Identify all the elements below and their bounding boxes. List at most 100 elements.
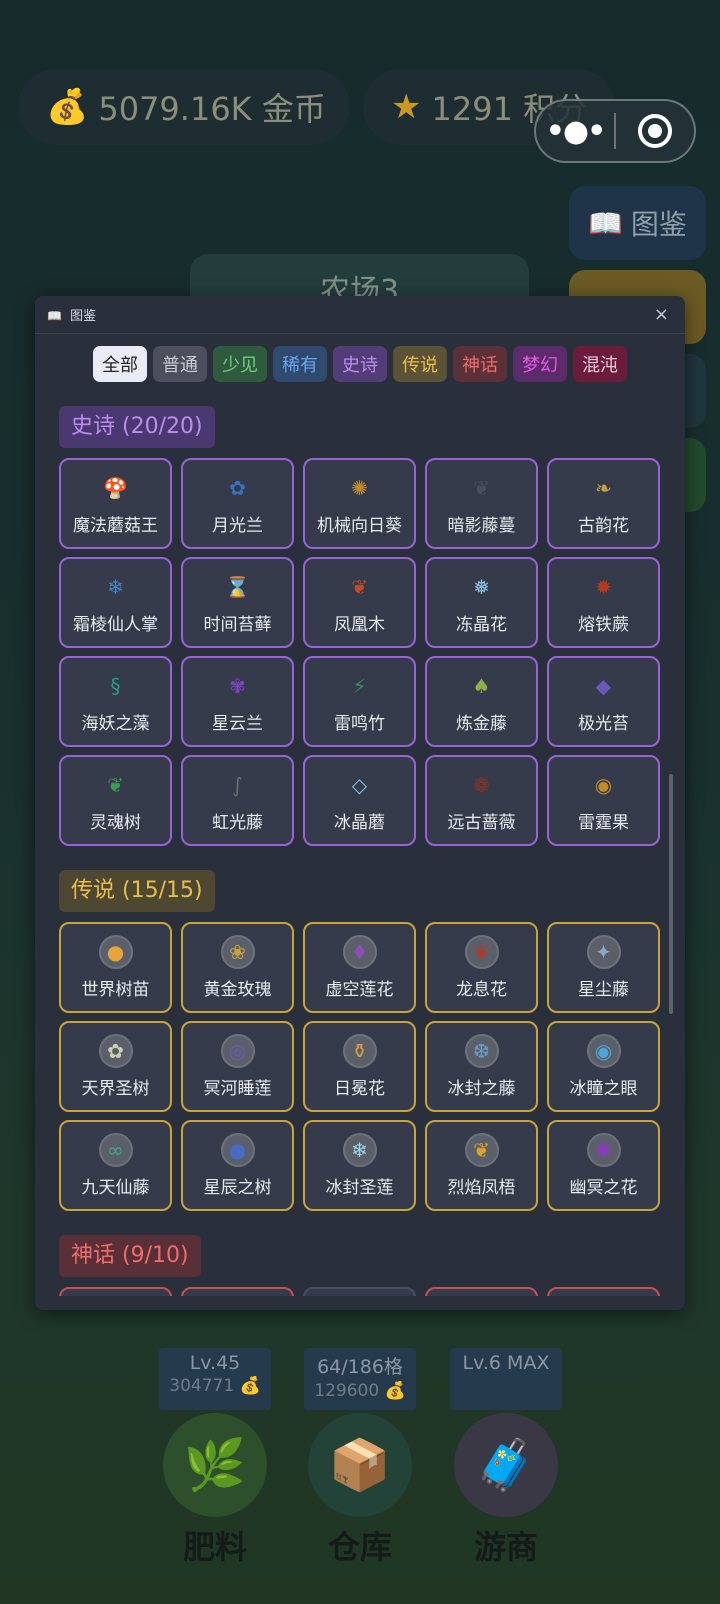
plant-card[interactable]: ◉ 雷霆果	[547, 755, 660, 846]
plant-name: 海妖之藻	[81, 714, 150, 734]
scrollbar[interactable]	[669, 774, 673, 1014]
close-icon[interactable]: ×	[654, 304, 669, 325]
plant-card[interactable]: 🍄 魔法蘑菇王	[59, 458, 172, 549]
plant-name: 星辰之树	[203, 1178, 272, 1198]
plant-card[interactable]: ● 世界树苗	[59, 922, 172, 1013]
filter-chip[interactable]: 混沌	[573, 346, 627, 382]
thunder-fruit-icon: ◉	[594, 773, 613, 797]
plant-name: 烈焰凤梧	[447, 1178, 516, 1198]
plant-name: 灵魂树	[90, 813, 141, 833]
filter-chip[interactable]: 梦幻	[513, 346, 567, 382]
filter-chip[interactable]: 神话	[453, 346, 507, 382]
plant-name: 星云兰	[212, 714, 263, 734]
plant-name: 暗影藤蔓	[447, 516, 516, 536]
plant-name: 魔法蘑菇王	[73, 516, 158, 536]
ice-cube-icon: ◇	[351, 773, 368, 797]
plant-card[interactable]: ❦ 烈焰凤梧	[425, 1120, 538, 1211]
plant-card[interactable]: ❦ 龙息花	[425, 922, 538, 1013]
frozen-holy-lotus-icon: ❄	[342, 1133, 377, 1167]
plant-name: 冰封圣莲	[325, 1178, 394, 1198]
ice-eye-icon: ◉	[586, 1034, 621, 1068]
golden-rose-icon: ❀	[220, 935, 255, 969]
molten-fern-icon: ✹	[595, 575, 612, 599]
plant-card[interactable]: ❅ 冻晶花	[425, 557, 538, 648]
plant-card[interactable]: ⚡ 雷鸣竹	[303, 656, 416, 747]
myth-card-partial[interactable]	[425, 1287, 538, 1296]
warehouse-button[interactable]: 📦	[308, 1413, 412, 1517]
plant-card[interactable]: ⌛ 时间苔藓	[181, 557, 294, 648]
plant-card[interactable]: ● 星辰之树	[181, 1120, 294, 1211]
plant-card[interactable]: ◆ 极光苔	[547, 656, 660, 747]
plant-name: 九天仙藤	[81, 1178, 150, 1198]
plant-name: 远古蔷薇	[447, 813, 516, 833]
plant-card[interactable]: ❆ 冰封之藤	[425, 1021, 538, 1112]
ancient-rose-icon: ❁	[473, 773, 490, 797]
suitcase-icon: 🧳	[474, 1435, 538, 1494]
tujian-side-button[interactable]: 📖 图鉴	[569, 186, 706, 260]
plant-card[interactable]: ❦ 凤凰木	[303, 557, 416, 648]
book-icon: 📖	[47, 309, 62, 323]
styx-lotus-icon: ◎	[220, 1034, 255, 1068]
filter-chip[interactable]: 史诗	[333, 346, 387, 382]
tujian-side-label: 图鉴	[630, 208, 687, 241]
ancient-flower-icon: ❧	[595, 476, 612, 500]
filter-chip[interactable]: 普通	[153, 346, 207, 382]
shadow-vine-icon: ❦	[473, 476, 490, 500]
plant-card[interactable]: ❧ 古韵花	[547, 458, 660, 549]
filter-chip[interactable]: 少见	[213, 346, 267, 382]
plant-card[interactable]: ∞ 九天仙藤	[59, 1120, 172, 1211]
modal-title-wrap: 📖 图鉴	[47, 305, 96, 324]
star-icon: ★	[391, 87, 422, 127]
plant-name: 黄金玫瑰	[203, 980, 272, 1000]
plant-card[interactable]: ◎ 冥河睡莲	[181, 1021, 294, 1112]
merchant-button[interactable]: 🧳	[454, 1413, 558, 1517]
plant-card[interactable]: ✦ 星尘藤	[547, 922, 660, 1013]
plant-card[interactable]: ✺ 幽冥之花	[547, 1120, 660, 1211]
plant-card[interactable]: ❦ 暗影藤蔓	[425, 458, 538, 549]
section-title-myth: 神话 (9/10)	[59, 1235, 201, 1277]
plant-card[interactable]: ⚱ 日冕花	[303, 1021, 416, 1112]
plant-card[interactable]: ∫ 虹光藤	[181, 755, 294, 846]
plant-card[interactable]: ✿ 月光兰	[181, 458, 294, 549]
plant-name: 冰晶蘑	[334, 813, 385, 833]
myth-card-partial[interactable]	[547, 1287, 660, 1296]
myth-card-partial[interactable]	[59, 1287, 172, 1296]
netherworld-flower-icon: ✺	[586, 1133, 621, 1167]
plant-card[interactable]: ◇ 冰晶蘑	[303, 755, 416, 846]
plant-name: 霜棱仙人掌	[73, 615, 158, 635]
plant-card[interactable]: ❀ 黄金玫瑰	[181, 922, 294, 1013]
myth-card-locked[interactable]	[303, 1287, 416, 1296]
fertilizer-level-stat: Lv.45 304771 💰	[159, 1348, 271, 1410]
plant-card[interactable]: ❄ 霜棱仙人掌	[59, 557, 172, 648]
coins-display: 💰 5079.16K 金币	[18, 69, 350, 145]
plant-card[interactable]: § 海妖之藻	[59, 656, 172, 747]
collection-scroll-area[interactable]: 史诗 (20/20) 🍄 魔法蘑菇王 ✿ 月光兰 ✺ 机械向日葵 ❦ 暗影藤蔓 ❧ 古韵花 ❄ 霜棱仙…	[35, 406, 685, 1296]
filter-chip[interactable]: 传说	[393, 346, 447, 382]
warehouse-label[interactable]: 仓库	[300, 1522, 420, 1568]
myth-card-partial[interactable]	[181, 1287, 294, 1296]
filter-chip[interactable]: 稀有	[273, 346, 327, 382]
plant-card[interactable]: ◉ 冰瞳之眼	[547, 1021, 660, 1112]
dragon-breath-icon: ❦	[464, 935, 499, 969]
plant-name: 熔铁蕨	[578, 615, 629, 635]
plant-card[interactable]: ♠ 炼金藤	[425, 656, 538, 747]
book-icon: 📖	[588, 206, 623, 240]
close-miniprogram-button[interactable]	[616, 114, 694, 148]
plant-card[interactable]: ✾ 星云兰	[181, 656, 294, 747]
plant-card[interactable]: ❦ 灵魂树	[59, 755, 172, 846]
hourglass-icon: ⌛	[225, 575, 250, 599]
merchant-label[interactable]: 游商	[446, 1522, 566, 1568]
plant-card[interactable]: ✺ 机械向日葵	[303, 458, 416, 549]
filter-chip[interactable]: 全部	[93, 346, 147, 382]
plant-card[interactable]: ♦ 虚空莲花	[303, 922, 416, 1013]
plant-name: 龙息花	[456, 980, 507, 1000]
more-menu-icon[interactable]: •●•	[536, 114, 614, 149]
plant-card[interactable]: ✹ 熔铁蕨	[547, 557, 660, 648]
modal-header: 📖 图鉴 ×	[35, 296, 685, 334]
plant-card[interactable]: ❄ 冰封圣莲	[303, 1120, 416, 1211]
siren-algae-icon: §	[110, 674, 121, 698]
fertilizer-button[interactable]: 🌿	[163, 1413, 267, 1517]
plant-card[interactable]: ❁ 远古蔷薇	[425, 755, 538, 846]
plant-card[interactable]: ✿ 天界圣树	[59, 1021, 172, 1112]
fertilizer-label[interactable]: 肥料	[155, 1522, 275, 1568]
